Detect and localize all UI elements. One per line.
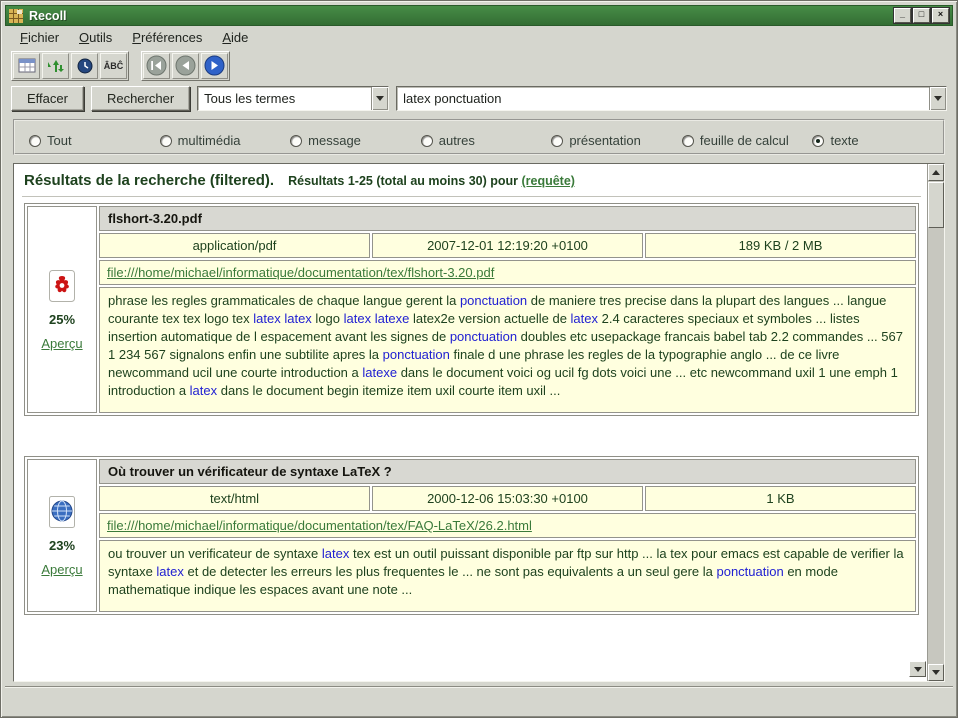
result-url-cell: file:///home/michael/informatique/docume…: [99, 260, 916, 285]
term-explorer-icon: ÂBĈ: [104, 61, 124, 71]
result-size: 189 KB / 2 MB: [645, 233, 916, 258]
close-button[interactable]: ×: [932, 8, 949, 23]
preview-link[interactable]: Aperçu: [41, 562, 82, 577]
scrollbar-track[interactable]: [928, 229, 944, 664]
result-snippet: phrase les regles grammaticales de chaqu…: [99, 287, 916, 413]
radio-icon[interactable]: [682, 135, 694, 147]
status-bar: [5, 687, 953, 713]
results-scrollbar[interactable]: [927, 164, 944, 681]
arrow-down-icon: [914, 667, 922, 672]
table-icon: [18, 58, 36, 74]
chevron-down-icon[interactable]: [371, 87, 388, 110]
search-row: Effacer Rechercher Tous les termes latex…: [5, 82, 953, 116]
filter-bar: Tout multimédia message autres présentat…: [13, 119, 945, 155]
title-bar[interactable]: Recoll _ □ ×: [5, 5, 953, 26]
result-title: Où trouver un vérificateur de syntaxe La…: [99, 459, 916, 484]
results-area: Résultats de la recherche (filtered). Rés…: [13, 163, 945, 682]
inner-scroll-down-button[interactable]: [909, 661, 926, 677]
result-mime: application/pdf: [99, 233, 370, 258]
scroll-up-button[interactable]: [928, 164, 944, 181]
arrow-left-icon: [175, 55, 196, 76]
results-header: Résultats de la recherche (filtered). Rés…: [22, 170, 921, 189]
result-url-link[interactable]: file:///home/michael/informatique/docume…: [107, 518, 532, 533]
query-value: latex ponctuation: [397, 91, 929, 106]
toolbar-group-paging: [141, 51, 230, 81]
recoll-window: Recoll _ □ × Fichier Outils Préférences …: [0, 0, 958, 718]
search-mode-select[interactable]: Tous les termes: [197, 86, 389, 111]
filter-texte[interactable]: texte: [812, 128, 943, 153]
arrow-down-icon: [932, 670, 940, 675]
result-url-cell: file:///home/michael/informatique/docume…: [99, 513, 916, 538]
search-mode-value: Tous les termes: [198, 91, 371, 106]
app-icon: [9, 9, 23, 23]
result-meta-row: application/pdf 2007-12-01 12:19:20 +010…: [99, 233, 916, 258]
history-button[interactable]: [71, 53, 98, 79]
doc-table-button[interactable]: [13, 53, 40, 79]
search-button[interactable]: Rechercher: [91, 86, 190, 111]
toolbar: ÂBĈ: [5, 49, 953, 82]
menu-bar: Fichier Outils Préférences Aide: [5, 26, 953, 49]
results-title: Résultats de la recherche (filtered).: [24, 172, 274, 189]
query-input[interactable]: latex ponctuation: [396, 86, 947, 111]
result-icon-cell: 25% Aperçu: [27, 206, 97, 413]
filter-autres[interactable]: autres: [421, 128, 552, 153]
result-icon-cell: 23% Aperçu: [27, 459, 97, 612]
pdf-icon: [46, 269, 78, 303]
filter-multimedia[interactable]: multimédia: [160, 128, 291, 153]
radio-icon[interactable]: [290, 135, 302, 147]
menu-preferences[interactable]: Préférences: [123, 28, 211, 47]
history-clock-icon: [77, 58, 93, 74]
first-page-button[interactable]: [143, 53, 170, 79]
clear-button[interactable]: Effacer: [11, 86, 84, 111]
result-entry: 25% Aperçu flshort-3.20.pdf application/…: [24, 203, 919, 416]
arrow-right-icon: [204, 55, 225, 76]
result-date: 2007-12-01 12:19:20 +0100: [372, 233, 643, 258]
next-page-button[interactable]: [201, 53, 228, 79]
relevance-score: 23%: [49, 538, 75, 553]
result-url-link[interactable]: file:///home/michael/informatique/docume…: [107, 265, 494, 280]
radio-icon[interactable]: [812, 135, 824, 147]
result-title: flshort-3.20.pdf: [99, 206, 916, 231]
first-page-icon: [146, 55, 167, 76]
filter-presentation[interactable]: présentation: [551, 128, 682, 153]
result-snippet: ou trouver un verificateur de syntaxe la…: [99, 540, 916, 612]
query-link[interactable]: (requête): [521, 174, 574, 188]
filter-message[interactable]: message: [290, 128, 421, 153]
term-explorer-button[interactable]: ÂBĈ: [100, 53, 127, 79]
prev-page-button[interactable]: [172, 53, 199, 79]
result-entry: 23% Aperçu Où trouver un vérificateur de…: [24, 456, 919, 615]
scroll-down-button[interactable]: [928, 664, 944, 681]
toolbar-group-tools: ÂBĈ: [11, 51, 129, 81]
arrow-up-icon: [932, 170, 940, 175]
menu-aide[interactable]: Aide: [213, 28, 257, 47]
sort-button[interactable]: [42, 53, 69, 79]
radio-icon[interactable]: [29, 135, 41, 147]
menu-fichier[interactable]: Fichier: [11, 28, 68, 47]
maximize-button[interactable]: □: [913, 8, 930, 23]
scrollbar-thumb[interactable]: [928, 182, 944, 228]
result-list: Résultats de la recherche (filtered). Rés…: [14, 164, 927, 681]
result-meta-row: text/html 2000-12-06 15:03:30 +0100 1 KB: [99, 486, 916, 511]
query-history-chevron-icon[interactable]: [929, 87, 946, 110]
result-size: 1 KB: [645, 486, 916, 511]
minimize-button[interactable]: _: [894, 8, 911, 23]
result-mime: text/html: [99, 486, 370, 511]
radio-icon[interactable]: [160, 135, 172, 147]
relevance-score: 25%: [49, 312, 75, 327]
header-divider: [22, 196, 921, 197]
radio-icon[interactable]: [551, 135, 563, 147]
radio-icon[interactable]: [421, 135, 433, 147]
preview-link[interactable]: Aperçu: [41, 336, 82, 351]
filter-tout[interactable]: Tout: [29, 128, 160, 153]
html-globe-icon: [46, 495, 78, 529]
window-title: Recoll: [29, 9, 888, 23]
filter-feuille-de-calcul[interactable]: feuille de calcul: [682, 128, 813, 153]
menu-outils[interactable]: Outils: [70, 28, 121, 47]
result-date: 2000-12-06 15:03:30 +0100: [372, 486, 643, 511]
results-stats: Résultats 1-25 (total au moins 30) pour: [288, 174, 521, 188]
sort-arrows-icon: [48, 58, 64, 74]
